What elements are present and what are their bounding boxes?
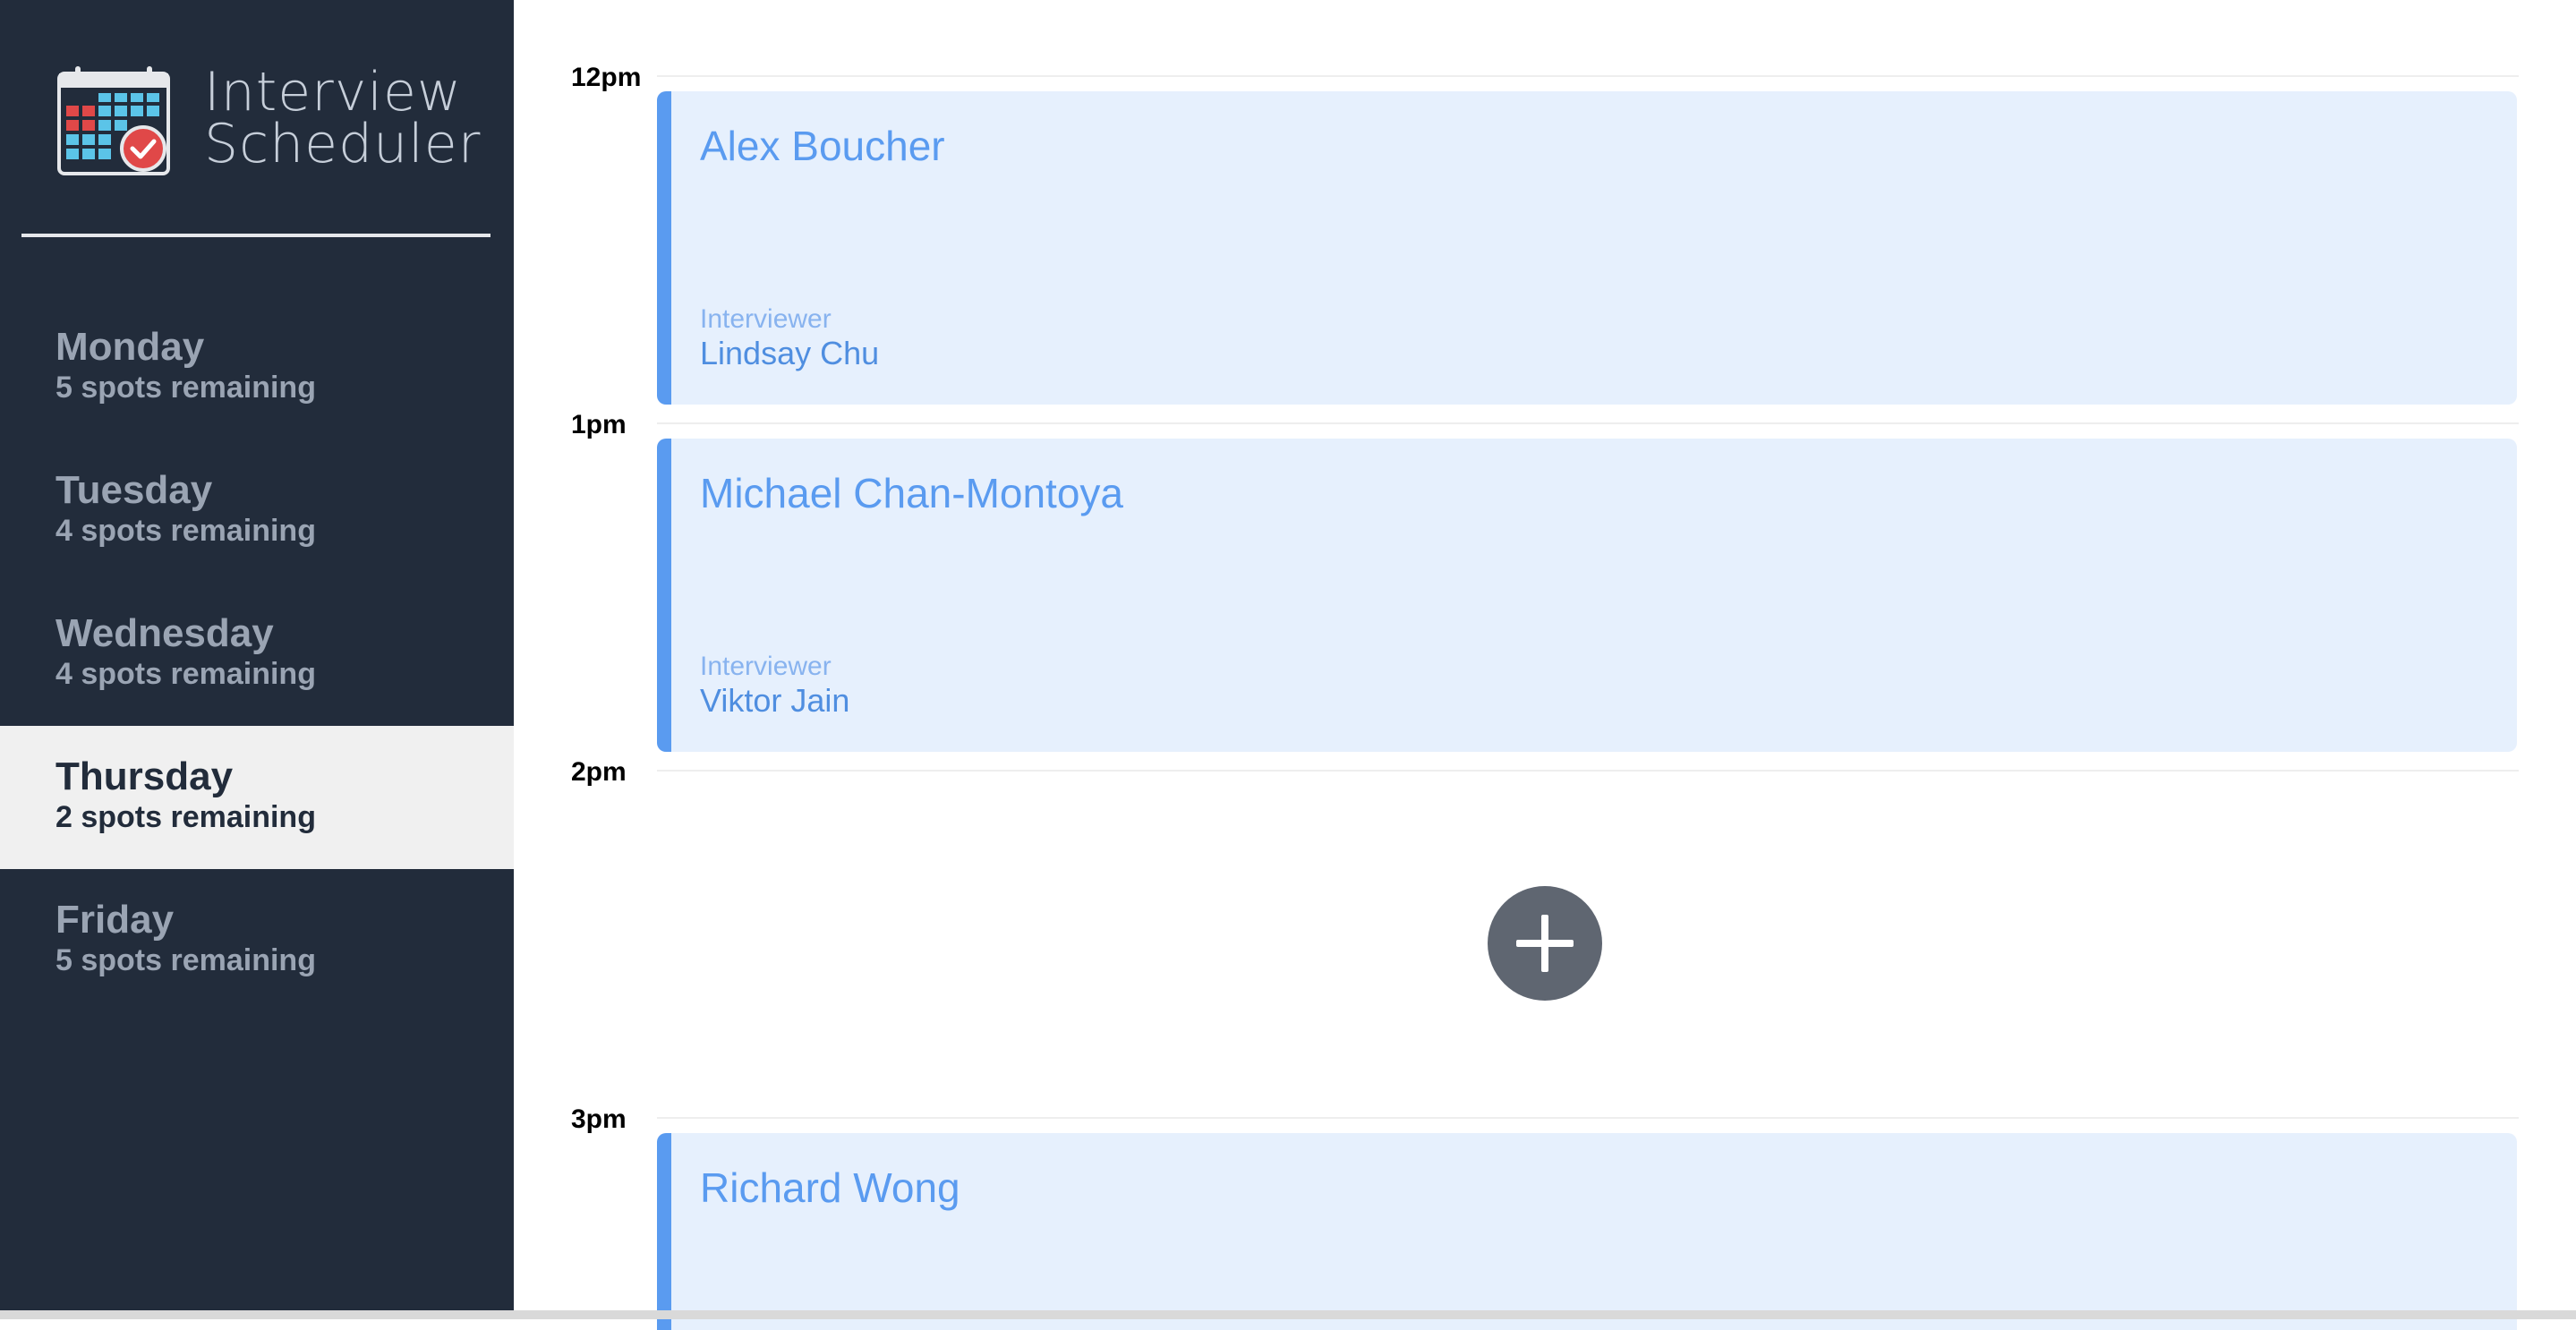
- student-name: Michael Chan-Montoya: [700, 470, 1124, 516]
- day-spots-remaining: 4 spots remaining: [55, 657, 316, 691]
- hour-divider: [657, 770, 2519, 772]
- day-spots-remaining: 2 spots remaining: [55, 800, 316, 834]
- hour-row: 2pm: [514, 757, 2576, 787]
- hour-label: 12pm: [571, 63, 642, 92]
- window-bottom-edge: [0, 1310, 2576, 1319]
- interviewer-label: Interviewer: [700, 652, 832, 681]
- day-item-friday[interactable]: Friday 5 spots remaining: [0, 869, 514, 1012]
- day-item-thursday[interactable]: Thursday 2 spots remaining: [0, 726, 514, 869]
- appointment-card[interactable]: Alex Boucher Interviewer Lindsay Chu: [657, 91, 2517, 405]
- hour-divider: [657, 422, 2519, 424]
- day-name: Wednesday: [55, 611, 274, 655]
- day-spots-remaining: 5 spots remaining: [55, 943, 316, 977]
- student-name: Richard Wong: [700, 1164, 960, 1211]
- hour-row: 3pm: [514, 1104, 2576, 1134]
- day-name: Tuesday: [55, 468, 213, 512]
- schedule: 12pm Alex Boucher Interviewer Lindsay Ch…: [514, 0, 2576, 1330]
- day-name: Friday: [55, 898, 175, 942]
- day-name: Thursday: [55, 755, 234, 798]
- app-title: Interview Scheduler: [204, 61, 482, 175]
- appointment-card[interactable]: Michael Chan-Montoya Interviewer Viktor …: [657, 439, 2517, 752]
- sidebar: Interview Scheduler Monday 5 spots remai…: [0, 0, 514, 1319]
- day-spots-remaining: 5 spots remaining: [55, 371, 316, 405]
- hour-divider: [657, 75, 2519, 77]
- student-name: Alex Boucher: [700, 123, 945, 169]
- hour-row: 12pm: [514, 63, 2576, 92]
- interviewer-name: Lindsay Chu: [700, 335, 880, 371]
- hour-divider: [657, 1117, 2519, 1119]
- sidebar-separator: [21, 234, 490, 237]
- hour-label: 2pm: [571, 757, 627, 787]
- app-title-line2: Scheduler: [204, 113, 482, 175]
- calendar-check-icon: [57, 66, 170, 175]
- day-spots-remaining: 4 spots remaining: [55, 514, 316, 548]
- add-appointment-button[interactable]: [1488, 886, 1602, 1001]
- day-item-tuesday[interactable]: Tuesday 4 spots remaining: [0, 439, 514, 583]
- hour-label: 3pm: [571, 1104, 627, 1134]
- day-name: Monday: [55, 325, 205, 369]
- day-item-wednesday[interactable]: Wednesday 4 spots remaining: [0, 583, 514, 726]
- app-title-line1: Interview: [204, 61, 462, 124]
- hour-row: 1pm: [514, 410, 2576, 439]
- hour-label: 1pm: [571, 410, 627, 439]
- day-item-monday[interactable]: Monday 5 spots remaining: [0, 296, 514, 439]
- appointment-card[interactable]: Richard Wong: [657, 1133, 2517, 1330]
- day-list: Monday 5 spots remaining Tuesday 4 spots…: [0, 296, 514, 1012]
- interviewer-name: Viktor Jain: [700, 682, 850, 719]
- interviewer-label: Interviewer: [700, 304, 832, 334]
